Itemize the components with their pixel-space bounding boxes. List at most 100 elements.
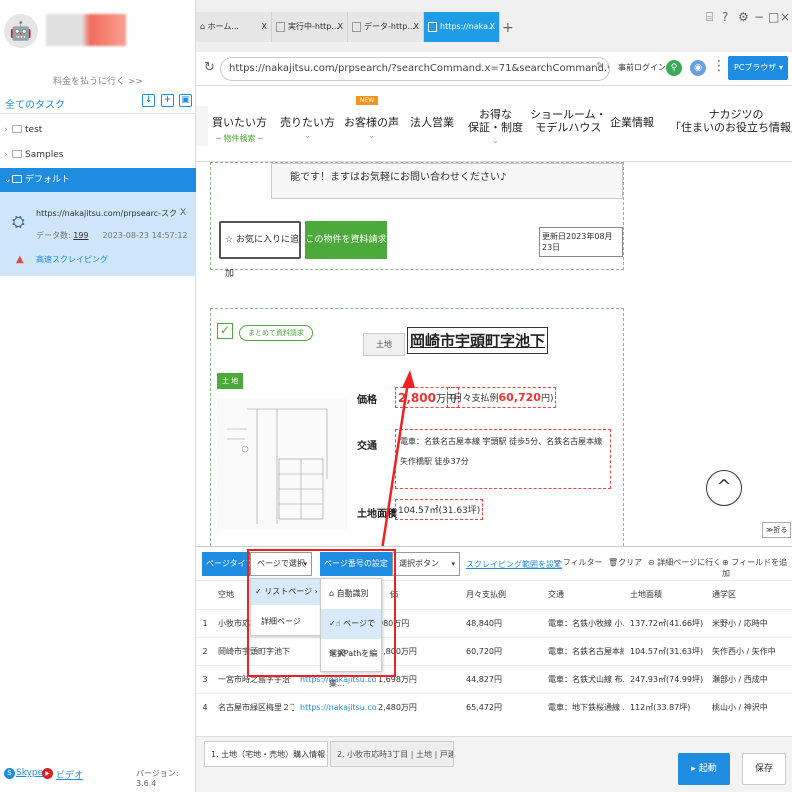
table-cell: 44,827円 (466, 675, 502, 684)
select-button-value: 選択ボタン (399, 559, 439, 568)
tree-item-label: test (25, 125, 43, 135)
nav-showroom[interactable]: ショールーム・ モデルハウス (530, 108, 607, 134)
video-icon[interactable]: ▶ (42, 768, 53, 779)
column-header[interactable]: 空地 (218, 581, 234, 609)
scrape-range-link[interactable]: スクレイピング範囲を設定 (466, 559, 562, 570)
tab-label: 実行中-http... (288, 22, 339, 31)
add-field-button[interactable]: ⊕ フィールドを追加 (722, 557, 792, 579)
gift-icon[interactable]: ⌸ (706, 10, 713, 25)
column-header[interactable]: 通学区 (712, 581, 736, 609)
star-icon: ☆ (225, 235, 236, 245)
new-badge: NEW (356, 96, 379, 105)
tab-data[interactable]: データ-http... X (348, 12, 424, 42)
new-tab-button[interactable]: + (502, 20, 514, 36)
nav-tips[interactable]: ナカジツの 「住まいのお役立ち情報」 (670, 108, 792, 134)
save-button[interactable]: 保存 (742, 753, 786, 785)
tab-close-button[interactable]: X (262, 12, 267, 42)
row-number: 4 (202, 703, 208, 712)
filter-button[interactable]: ▽ フィルター (554, 557, 603, 568)
more-icon[interactable]: ⋮ (712, 58, 726, 74)
left-panel: 🤖 料金を払うに行く >> 全てのタスク ↓ + ▣ › test › Sample… (0, 0, 196, 792)
add-favorite-button[interactable]: ☆ お気に入りに追加 (219, 221, 301, 279)
start-button[interactable]: ▸ 起動 (678, 753, 730, 785)
tab-active[interactable]: https://naka... X (424, 12, 500, 42)
url-input[interactable]: https://nakajitsu.com/prpsearch/?searchC… (220, 57, 610, 81)
bulk-request-label: まとめて資料請求 (239, 325, 313, 341)
tree-item-default[interactable]: ⌄ デフォルト (0, 168, 196, 192)
close-icon[interactable]: × (780, 10, 790, 24)
reload-icon[interactable]: ↻ (204, 60, 215, 75)
filter-icon: ▽ (554, 558, 563, 567)
extension-icon[interactable]: ⚲ (666, 60, 682, 76)
avatar[interactable]: 🤖 (4, 14, 38, 48)
nav-label: 売りたい方 (280, 116, 335, 129)
tab-close-button[interactable]: X (338, 12, 343, 42)
tab-running[interactable]: 実行中-http... X (272, 12, 348, 42)
monthly-payment: (月々支払例60,720円) (447, 387, 557, 408)
detail-page-button[interactable]: ⊝ 詳細ページに行く (648, 557, 721, 568)
version-label: バージョン: 3.6.4 (136, 769, 179, 788)
browser-tab-bar: ⌂ ホーム... X 実行中-http... X データ-http... X http… (196, 0, 792, 52)
pre-login-button[interactable]: 事前ログイン (618, 62, 666, 73)
scroll-top-button[interactable]: ^ (706, 470, 742, 506)
clear-label: クリア (618, 558, 643, 567)
land-tag: 土 地 (217, 373, 244, 389)
task-timestamp: 2023-08-23 14:57:12 (102, 231, 188, 240)
skype-link[interactable]: Skype (16, 768, 43, 778)
web-page: 買いたい方 ─ 物件検索 ─ 売りたい方 ⌄ NEW お客様の声 ⌄ 法人営業 お得な… (196, 86, 792, 546)
nav-buy[interactable]: 買いたい方 ─ 物件検索 ─ (212, 116, 267, 145)
site-plan-image (217, 399, 347, 529)
folder-icon (12, 175, 22, 183)
column-header[interactable]: 月々支払例 (466, 581, 506, 609)
chevron-right-icon: › (4, 125, 8, 135)
table-cell: 電車：地下鉄桜通線 ... (548, 703, 624, 712)
table-cell: 米野小 / 応時中 (712, 619, 768, 628)
column-header[interactable]: 交通 (548, 581, 564, 609)
nav-sell[interactable]: 売りたい方 ⌄ (280, 116, 335, 142)
data-count[interactable]: 199 (73, 231, 88, 240)
nav-company[interactable]: 企業情報 (610, 116, 654, 129)
request-docs-button[interactable]: この物件を資料請求 (305, 221, 387, 259)
import-icon[interactable]: ↓ (142, 94, 155, 107)
property-title[interactable]: 岡崎市宇頭町字池下 (407, 327, 549, 354)
pay-link[interactable]: 料金を払うに行く >> (0, 74, 196, 87)
tab-home[interactable]: ⌂ ホーム... X (196, 12, 272, 42)
new-folder-icon[interactable]: ▣ (179, 94, 192, 107)
table-cell: 桃山小 / 神沢中 (712, 703, 768, 712)
settings-icon[interactable]: ⚙ (738, 10, 749, 24)
task-close-button[interactable]: X (180, 208, 186, 218)
tab-close-button[interactable]: X (490, 12, 495, 42)
page-tab-2[interactable]: 2. 小牧市応時3丁目 | 土地 | 戸建... (330, 741, 454, 767)
account-name-blurred (46, 14, 126, 46)
tab-close-button[interactable]: X (414, 12, 419, 42)
all-tasks-label[interactable]: 全てのタスク (5, 96, 65, 111)
nav-voice[interactable]: お客様の声 ⌄ (344, 116, 399, 142)
pc-browser-button[interactable]: PCブラウザ ▾ (728, 56, 788, 80)
nav-corporate[interactable]: 法人営業 (410, 116, 454, 129)
nav-label: 企業情報 (610, 116, 654, 129)
select-button-dropdown[interactable]: 選択ボタン ▾ (392, 552, 460, 576)
bulk-request-checkbox[interactable]: ✓ (217, 323, 233, 339)
tree-item-test[interactable]: › test (0, 118, 196, 142)
fav-label: お気に入りに追加 (225, 235, 299, 279)
edit-url-icon[interactable]: ✎ (596, 61, 604, 72)
chevron-down-icon: ⌄ (492, 136, 499, 145)
tree-item-samples[interactable]: › Samples (0, 143, 196, 167)
task-card[interactable]: ⛭ https://nakajitsu.com/prpsearc-スクレイピン.… (0, 192, 196, 276)
video-link[interactable]: ビデオ (56, 768, 83, 781)
help-icon[interactable]: ? (722, 10, 728, 24)
page-tab-1[interactable]: 1. 土地（宅地・売地）購入情報【... (204, 741, 328, 767)
table-row[interactable]: 4名古屋市緑区梅里２丁目https://nakajitsu.com/pr...2… (196, 693, 792, 721)
minimize-icon[interactable]: − (754, 10, 764, 24)
extension-icon[interactable]: ◉ (690, 60, 706, 76)
new-task-icon[interactable]: + (161, 94, 174, 107)
clear-button[interactable]: 🗑クリア (608, 557, 642, 568)
nav-label: ショールーム・ モデルハウス (530, 108, 607, 134)
collapse-button[interactable]: ≫折る (762, 522, 792, 538)
nav-sub-label: ─ 物件検索 ─ (216, 134, 263, 143)
property-type: 土地 (363, 333, 405, 356)
maximize-icon[interactable]: □ (768, 10, 779, 24)
column-header[interactable]: 土地面積 (630, 581, 662, 609)
nav-warranty[interactable]: お得な 保証・制度 ⌄ (468, 108, 523, 147)
skype-icon[interactable]: S (4, 768, 15, 779)
